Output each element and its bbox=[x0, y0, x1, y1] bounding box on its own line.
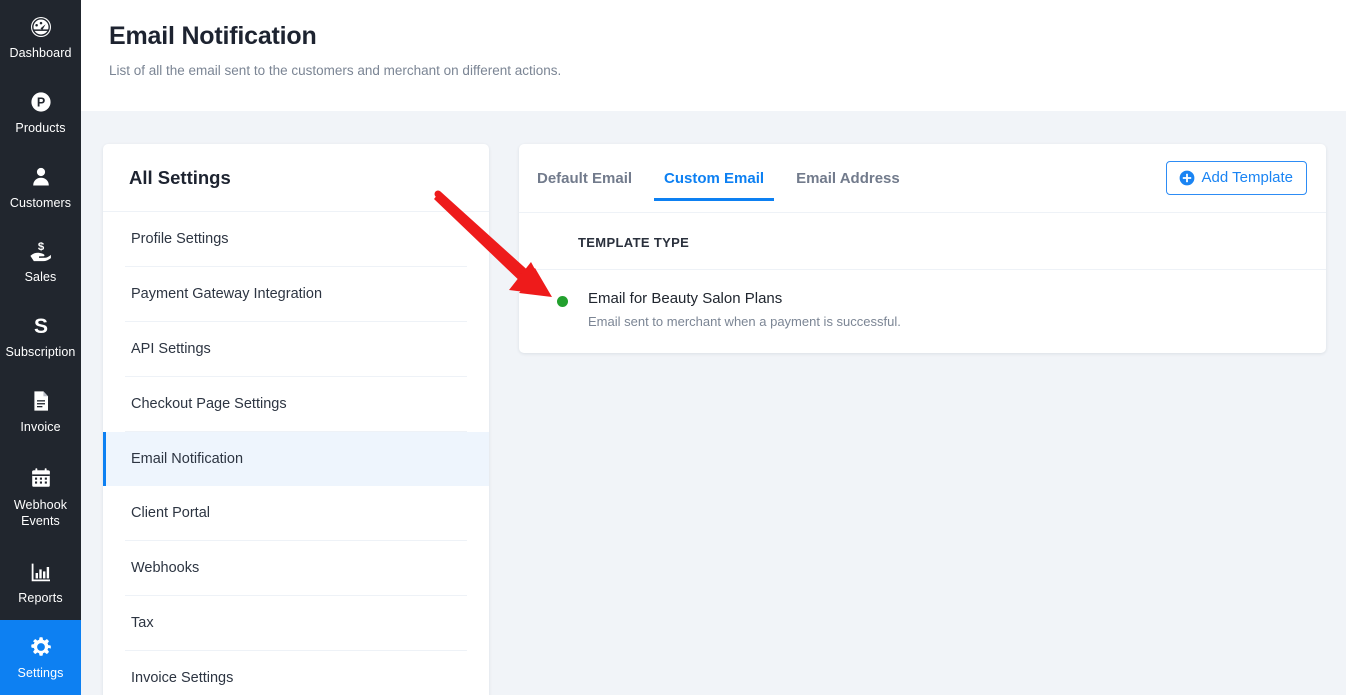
settings-item-label: Tax bbox=[131, 615, 154, 631]
sidebar-item-settings[interactable]: Settings bbox=[0, 620, 81, 695]
settings-item-label: Payment Gateway Integration bbox=[131, 286, 323, 302]
all-settings-title: All Settings bbox=[129, 167, 231, 188]
tab-label: Default Email bbox=[537, 169, 633, 187]
settings-item-client-portal[interactable]: Client Portal bbox=[103, 486, 489, 540]
sidebar-item-reports[interactable]: Reports bbox=[0, 545, 81, 620]
settings-item-label: Email Notification bbox=[131, 451, 244, 467]
settings-item-invoice-settings[interactable]: Invoice Settings bbox=[103, 651, 489, 695]
sidebar-item-products[interactable]: P Products bbox=[0, 75, 81, 150]
template-description: Email sent to merchant when a payment is… bbox=[588, 314, 901, 329]
page-title: Email Notification bbox=[109, 22, 317, 50]
template-list-item[interactable]: Email for Beauty Salon Plans Email sent … bbox=[519, 270, 1326, 353]
sidebar-item-label: Settings bbox=[17, 666, 64, 681]
template-name: Email for Beauty Salon Plans bbox=[588, 290, 783, 307]
subscription-s-icon: S bbox=[27, 312, 55, 340]
webhook-calendar-icon bbox=[27, 464, 55, 492]
svg-text:P: P bbox=[36, 95, 44, 109]
settings-item-label: Webhooks bbox=[131, 560, 200, 576]
sidebar-item-invoice[interactable]: Invoice bbox=[0, 374, 81, 449]
svg-text:$: $ bbox=[38, 241, 45, 253]
sidebar-item-customers[interactable]: Customers bbox=[0, 150, 81, 225]
sidebar-item-label: Reports bbox=[18, 591, 63, 606]
settings-item-email-notification[interactable]: Email Notification bbox=[103, 432, 489, 486]
email-tabs: Default Email Custom Email Email Address bbox=[519, 144, 1166, 212]
main-sidebar: Dashboard P Products Customers $ Sales S… bbox=[0, 0, 81, 695]
tab-default-email[interactable]: Default Email bbox=[527, 144, 642, 212]
tab-custom-email[interactable]: Custom Email bbox=[654, 144, 775, 212]
settings-item-label: Invoice Settings bbox=[131, 670, 234, 686]
sidebar-item-label: Subscription bbox=[5, 345, 76, 360]
settings-item-webhooks[interactable]: Webhooks bbox=[103, 541, 489, 595]
sidebar-item-label: Customers bbox=[9, 195, 72, 210]
settings-item-label: Checkout Page Settings bbox=[131, 396, 287, 412]
products-circle-p-icon: P bbox=[27, 88, 55, 116]
invoice-document-icon bbox=[27, 387, 55, 415]
customers-person-icon bbox=[27, 163, 55, 191]
plus-circle-icon bbox=[1179, 170, 1195, 186]
tabs-row: Default Email Custom Email Email Address bbox=[519, 144, 1326, 212]
sidebar-item-label: Dashboard bbox=[9, 45, 72, 60]
content-area: Email Notification List of all the email… bbox=[81, 0, 1346, 695]
sidebar-item-dashboard[interactable]: Dashboard bbox=[0, 0, 81, 75]
sidebar-item-label: Invoice bbox=[20, 420, 61, 435]
all-settings-panel: All Settings Profile Settings Payment Ga… bbox=[103, 144, 489, 695]
settings-item-label: Profile Settings bbox=[131, 231, 229, 247]
page-subtitle: List of all the email sent to the custom… bbox=[109, 63, 562, 78]
tab-label: Custom Email bbox=[664, 169, 765, 187]
tab-email-address[interactable]: Email Address bbox=[786, 144, 910, 212]
add-template-button[interactable]: Add Template bbox=[1165, 161, 1307, 195]
sidebar-item-label: Sales bbox=[24, 270, 57, 285]
dashboard-gauge-icon bbox=[27, 13, 55, 41]
page-header: Email Notification List of all the email… bbox=[81, 0, 1346, 111]
template-texts: Email for Beauty Salon Plans Email sent … bbox=[588, 290, 901, 329]
email-templates-panel: Default Email Custom Email Email Address bbox=[519, 144, 1326, 353]
tab-label: Email Address bbox=[796, 169, 900, 187]
settings-item-tax[interactable]: Tax bbox=[103, 596, 489, 650]
body-area: All Settings Profile Settings Payment Ga… bbox=[81, 111, 1346, 695]
settings-item-payment-gateway-integration[interactable]: Payment Gateway Integration bbox=[103, 267, 489, 321]
settings-item-label: Client Portal bbox=[131, 505, 210, 521]
settings-gear-icon bbox=[27, 633, 55, 661]
settings-item-label: API Settings bbox=[131, 341, 211, 357]
sidebar-item-label: Products bbox=[15, 120, 66, 135]
sidebar-item-sales[interactable]: $ Sales bbox=[0, 224, 81, 299]
reports-bar-chart-icon bbox=[27, 558, 55, 586]
template-type-column-header: TEMPLATE TYPE bbox=[578, 235, 690, 250]
settings-item-profile-settings[interactable]: Profile Settings bbox=[103, 212, 489, 266]
svg-text:S: S bbox=[33, 315, 47, 338]
status-dot-icon bbox=[557, 296, 568, 307]
settings-item-api-settings[interactable]: API Settings bbox=[103, 322, 489, 376]
sales-hand-dollar-icon: $ bbox=[27, 237, 55, 265]
sidebar-item-webhook-events[interactable]: Webhook Events bbox=[0, 449, 81, 545]
app-root: Dashboard P Products Customers $ Sales S… bbox=[0, 0, 1346, 695]
sidebar-item-subscription[interactable]: S Subscription bbox=[0, 299, 81, 374]
add-template-label: Add Template bbox=[1201, 169, 1293, 186]
sidebar-item-label: Webhook Events bbox=[13, 498, 68, 529]
settings-item-checkout-page-settings[interactable]: Checkout Page Settings bbox=[103, 377, 489, 431]
